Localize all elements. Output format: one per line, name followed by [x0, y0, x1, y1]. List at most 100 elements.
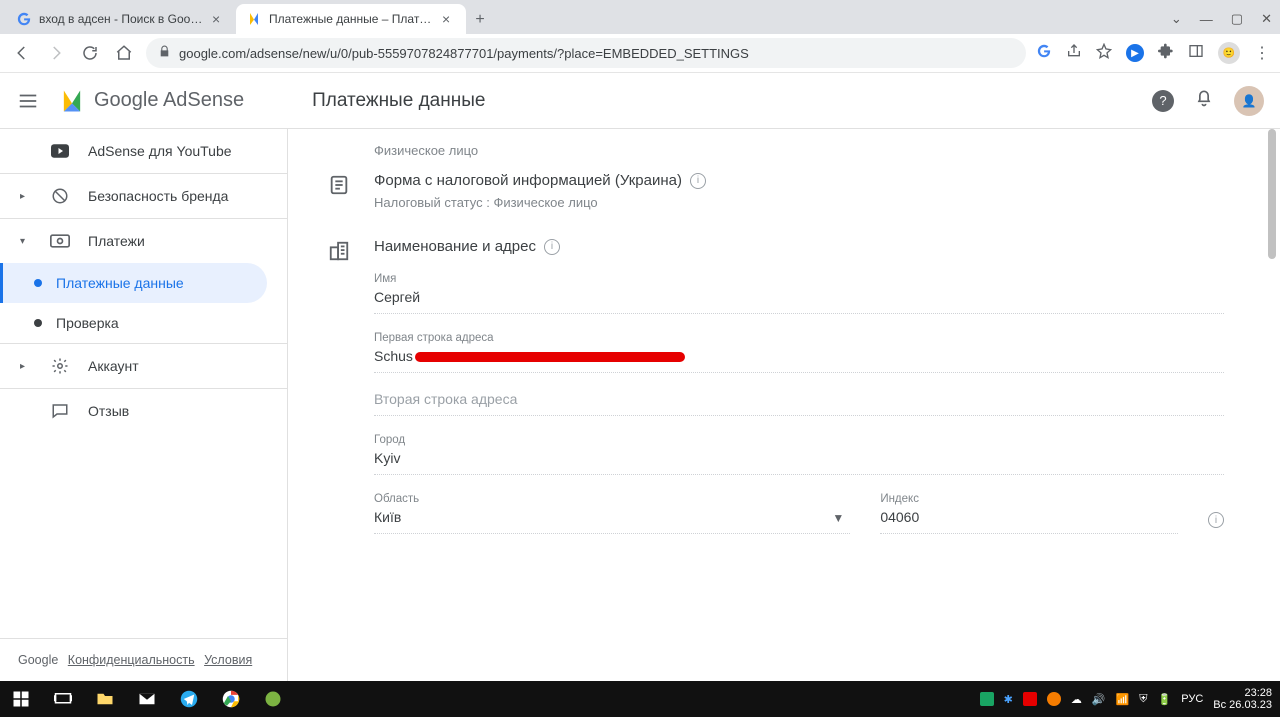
notifications-icon[interactable] — [1194, 88, 1214, 113]
app-icon[interactable] — [252, 681, 294, 717]
sidebar: AdSense для YouTube ▸ Безопасность бренд… — [0, 129, 288, 681]
region-select[interactable]: Область Київ ▼ — [374, 493, 850, 534]
minimize-icon[interactable]: — — [1200, 12, 1213, 27]
address-line1-field[interactable]: Первая строка адреса Schus — [374, 332, 1224, 373]
help-icon[interactable]: ? — [1152, 90, 1174, 112]
expand-icon: ▸ — [20, 361, 32, 372]
app-header: Google AdSense Платежные данные ? 👤 — [0, 73, 1280, 129]
account-avatar[interactable]: 👤 — [1234, 86, 1264, 116]
info-icon[interactable]: i — [544, 239, 560, 255]
url-text: google.com/adsense/new/u/0/pub-555970782… — [179, 46, 749, 61]
tray-icon[interactable] — [1023, 692, 1037, 706]
info-icon[interactable]: i — [1208, 512, 1224, 528]
clock[interactable]: 23:28 Вс 26.03.23 — [1213, 687, 1272, 711]
extensions-icon[interactable] — [1158, 43, 1174, 64]
back-button[interactable] — [10, 41, 34, 65]
form-icon — [328, 174, 352, 201]
profile-avatar-icon[interactable]: 🙂 — [1218, 42, 1240, 64]
chrome-icon[interactable] — [210, 681, 252, 717]
section-name-address: Наименование и адрес i Имя Сергей Первая… — [328, 224, 1240, 548]
tray-icon[interactable] — [1047, 692, 1061, 706]
city-field[interactable]: Город Kyiv — [374, 434, 1224, 475]
main-content: Физическое лицо Форма с налоговой информ… — [288, 129, 1280, 681]
battery-icon[interactable]: 🔋 — [1158, 693, 1172, 706]
payments-icon — [50, 234, 70, 248]
home-button[interactable] — [112, 41, 136, 65]
info-icon[interactable]: i — [690, 173, 706, 189]
window-controls: ⌄ — ▢ ✕ — [1171, 4, 1280, 34]
redacted-text — [415, 352, 685, 362]
url-input[interactable]: google.com/adsense/new/u/0/pub-555970782… — [146, 38, 1026, 68]
close-icon[interactable]: × — [212, 11, 226, 27]
gear-icon — [50, 357, 70, 375]
network-icon[interactable]: 📶 — [1116, 693, 1130, 706]
sidebar-item-feedback[interactable]: Отзыв — [0, 389, 287, 433]
address-bar: google.com/adsense/new/u/0/pub-555970782… — [0, 34, 1280, 72]
business-icon — [328, 240, 352, 267]
menu-button[interactable] — [16, 89, 40, 113]
terms-link[interactable]: Условия — [204, 653, 252, 667]
sidebar-item-payments[interactable]: ▾ Платежи — [0, 219, 287, 263]
telegram-icon[interactable] — [168, 681, 210, 717]
language-indicator[interactable]: РУС — [1181, 693, 1203, 705]
bluetooth-icon[interactable]: ✱ — [1004, 693, 1013, 706]
start-button[interactable] — [0, 681, 42, 717]
zip-field[interactable]: Индекс 04060 — [880, 493, 1178, 534]
browser-tab[interactable]: вход в адсен - Поиск в Google × — [6, 4, 236, 34]
adsense-logo[interactable]: Google AdSense — [58, 87, 244, 115]
product-name: Google AdSense — [94, 89, 244, 112]
sidebar-item-account[interactable]: ▸ Аккаунт — [0, 344, 287, 388]
close-icon[interactable]: × — [442, 11, 456, 27]
defender-icon[interactable]: ⛨ — [1139, 693, 1147, 706]
chevron-down-icon: ▼ — [832, 511, 844, 525]
name-field[interactable]: Имя Сергей — [374, 273, 1224, 314]
onedrive-icon[interactable]: ☁ — [1071, 693, 1082, 706]
bullet-icon — [34, 279, 42, 287]
collapse-icon: ▾ — [20, 236, 32, 247]
explorer-icon[interactable] — [84, 681, 126, 717]
chevron-down-icon[interactable]: ⌄ — [1171, 11, 1182, 27]
expand-icon: ▸ — [20, 191, 32, 202]
mail-icon[interactable] — [126, 681, 168, 717]
star-icon[interactable] — [1096, 43, 1112, 64]
bullet-icon — [34, 319, 42, 327]
google-icon[interactable] — [1036, 43, 1052, 64]
privacy-link[interactable]: Конфиденциальность — [68, 653, 195, 667]
volume-icon[interactable]: 🔊 — [1092, 693, 1106, 706]
reload-button[interactable] — [78, 41, 102, 65]
extension-icon[interactable]: ▶ — [1126, 44, 1144, 62]
lock-icon — [158, 45, 171, 61]
tab-title: вход в адсен - Поиск в Google — [39, 12, 205, 26]
system-tray: ✱ ☁ 🔊 📶 ⛨ 🔋 РУС 23:28 Вс 26.03.23 — [980, 687, 1280, 711]
sidebar-item-youtube[interactable]: AdSense для YouTube — [0, 129, 287, 173]
close-window-icon[interactable]: ✕ — [1261, 11, 1272, 27]
block-icon — [50, 187, 70, 205]
feedback-icon — [50, 402, 70, 420]
tab-strip: вход в адсен - Поиск в Google × Платежны… — [0, 0, 1280, 34]
google-g-icon — [16, 11, 32, 27]
kebab-menu-icon[interactable]: ⋮ — [1254, 43, 1270, 63]
tab-title: Платежные данные – Платежи — [269, 12, 435, 26]
adsense-logo-icon — [58, 87, 86, 115]
maximize-icon[interactable]: ▢ — [1231, 11, 1243, 27]
section-tax-form: Форма с налоговой информацией (Украина) … — [328, 158, 1240, 224]
task-view-icon[interactable] — [42, 681, 84, 717]
tax-form-title: Форма с налоговой информацией (Украина) — [374, 172, 682, 189]
sidebar-subitem-payments-info[interactable]: Платежные данные — [0, 263, 267, 303]
sidebar-footer: Google Конфиденциальность Условия — [0, 638, 287, 681]
windows-taskbar: ✱ ☁ 🔊 📶 ⛨ 🔋 РУС 23:28 Вс 26.03.23 — [0, 681, 1280, 717]
share-icon[interactable] — [1066, 43, 1082, 64]
sidebar-item-brand-safety[interactable]: ▸ Безопасность бренда — [0, 174, 287, 218]
sidebar-toggle-icon[interactable] — [1188, 43, 1204, 64]
adsense-favicon — [246, 11, 262, 27]
browser-tab-active[interactable]: Платежные данные – Платежи × — [236, 4, 466, 34]
page-title: Платежные данные — [312, 90, 485, 112]
scrollbar[interactable] — [1266, 129, 1278, 681]
sidebar-subitem-verification[interactable]: Проверка — [0, 303, 267, 343]
browser-chrome: вход в адсен - Поиск в Google × Платежны… — [0, 0, 1280, 73]
new-tab-button[interactable]: + — [466, 6, 494, 34]
tray-icon[interactable] — [980, 692, 994, 706]
address-line2-field[interactable]: Вторая строка адреса — [374, 391, 1224, 416]
forward-button[interactable] — [44, 41, 68, 65]
account-type-value: Физическое лицо — [328, 143, 1240, 158]
